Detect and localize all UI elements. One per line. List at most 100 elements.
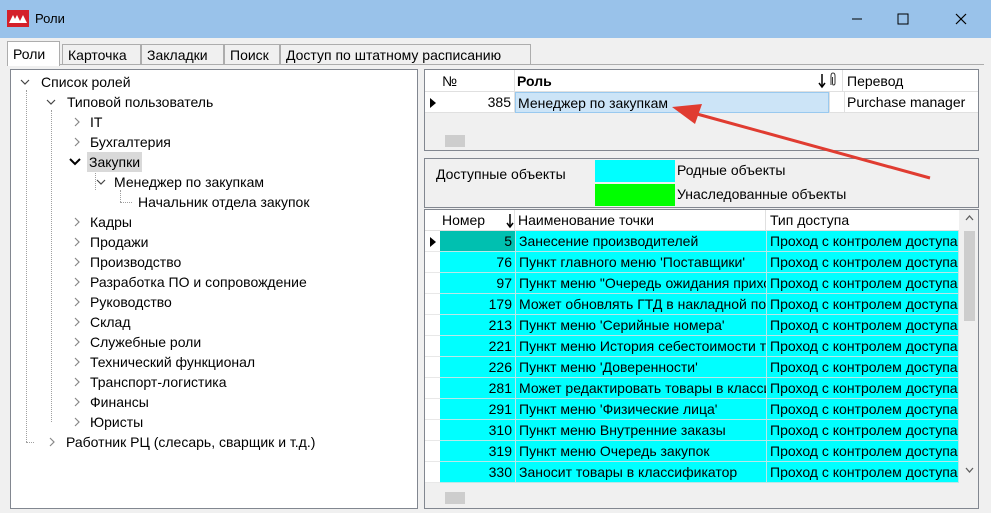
tree-item-purchasing-manager[interactable]: Менеджер по закупкам	[11, 172, 266, 192]
chevron-right-icon[interactable]	[71, 352, 83, 372]
point-name-cell[interactable]: Пункт меню "Очередь ожидания прихода"	[516, 273, 767, 294]
row-indicator[interactable]	[425, 441, 440, 462]
access-type-cell[interactable]: Проход с контролем доступа	[767, 462, 959, 483]
tree-item-it[interactable]: IT	[11, 112, 104, 132]
table-row[interactable]: 281Может редактировать товары в классифи…	[425, 378, 959, 399]
table-row[interactable]: 179 Может обновлять ГТД в накладной по пр…	[425, 294, 959, 315]
point-num-cell[interactable]: 221	[440, 336, 516, 357]
header-role[interactable]: Роль	[515, 70, 829, 92]
tab-search[interactable]: Поиск	[224, 44, 280, 65]
tree-item-lawyers[interactable]: Юристы	[11, 412, 145, 432]
row-indicator[interactable]	[425, 399, 440, 420]
point-num-cell[interactable]: 179	[440, 294, 516, 315]
tree-item-dc-worker[interactable]: Работник РЦ (слесарь, сварщик и т.д.)	[11, 432, 317, 452]
scrollbar-thumb[interactable]	[445, 492, 465, 504]
header-point-name[interactable]: Наименование точки	[516, 210, 766, 231]
chevron-right-icon[interactable]	[71, 292, 83, 312]
minimize-button[interactable]	[834, 0, 880, 38]
point-name-cell[interactable]: Занесение производителей	[516, 231, 767, 252]
access-type-cell[interactable]: Проход с контролем доступа	[767, 252, 959, 273]
points-grid-vscrollbar[interactable]	[961, 210, 978, 488]
access-type-cell[interactable]: Проход с контролем доступа	[767, 273, 959, 294]
access-type-cell[interactable]: Проход с контролем доступа	[767, 420, 959, 441]
table-row[interactable]: 213 Пункт меню 'Серийные номера' Проход с …	[425, 315, 959, 336]
point-num-cell[interactable]: 310	[440, 420, 516, 441]
chevron-down-icon[interactable]	[69, 152, 81, 172]
chevron-down-icon[interactable]	[45, 92, 57, 112]
chevron-right-icon[interactable]	[71, 332, 83, 352]
table-row[interactable]: 226 Пункт меню 'Доверенности' Проход с кон…	[425, 357, 959, 378]
access-type-cell[interactable]: Проход с контролем доступа	[767, 441, 959, 462]
chevron-right-icon[interactable]	[71, 272, 83, 292]
point-name-cell[interactable]: Заносит товары в классификатор	[516, 462, 767, 483]
point-num-cell[interactable]: 213	[440, 315, 516, 336]
access-type-cell[interactable]: Проход с контролем доступа	[767, 378, 959, 399]
row-indicator[interactable]	[425, 378, 440, 399]
chevron-right-icon[interactable]	[71, 252, 83, 272]
access-type-cell[interactable]: Проход с контролем доступа	[767, 315, 959, 336]
tree-item-service-roles[interactable]: Служебные роли	[11, 332, 203, 352]
row-indicator[interactable]	[425, 252, 440, 273]
point-name-cell[interactable]: Может обновлять ГТД в накладной по прихо…	[516, 294, 767, 315]
header-point-num[interactable]: Номер	[440, 210, 515, 231]
point-name-cell[interactable]: Может редактировать товары в классификат…	[516, 378, 767, 399]
roles-tree[interactable]: Список ролей Типовой пользователь IT Бух…	[10, 69, 418, 509]
tab-card[interactable]: Карточка	[62, 44, 141, 65]
scroll-up-icon[interactable]	[961, 210, 978, 227]
scroll-down-icon[interactable]	[961, 462, 978, 479]
row-indicator[interactable]	[425, 273, 440, 294]
row-indicator[interactable]	[425, 315, 440, 336]
access-type-cell[interactable]: Проход с контролем доступа	[767, 357, 959, 378]
tree-item-purchasing-head[interactable]: Начальник отдела закупок	[11, 192, 311, 212]
tree-item-typical-user[interactable]: Типовой пользователь	[11, 92, 215, 112]
point-num-cell[interactable]: 97	[440, 273, 516, 294]
point-name-cell[interactable]: Пункт меню 'Доверенности'	[516, 357, 767, 378]
tree-item-software-dev[interactable]: Разработка ПО и сопровождение	[11, 272, 309, 292]
table-row[interactable]: 310 Пункт меню Внутренние заказы Проход с …	[425, 420, 959, 441]
tree-item-management[interactable]: Руководство	[11, 292, 174, 312]
roles-grid-row[interactable]: 385 Менеджер по закупкам Purchase manage…	[425, 92, 978, 113]
point-name-cell[interactable]: Пункт меню Очередь закупок	[516, 441, 767, 462]
header-translation[interactable]: Перевод	[845, 70, 978, 92]
chevron-right-icon[interactable]	[71, 412, 83, 432]
role-name-cell[interactable]: Менеджер по закупкам	[515, 92, 829, 113]
tree-item-purchasing[interactable]: Закупки	[11, 152, 143, 172]
table-row[interactable]: 97 Пункт меню "Очередь ожидания прихода" П…	[425, 273, 959, 294]
tree-item-finance[interactable]: Финансы	[11, 392, 151, 412]
chevron-right-icon[interactable]	[46, 432, 58, 452]
row-indicator[interactable]	[425, 294, 440, 315]
chevron-down-icon[interactable]	[95, 172, 107, 192]
tab-bookmarks[interactable]: Закладки	[141, 44, 224, 65]
tree-item-technical[interactable]: Технический функционал	[11, 352, 257, 372]
tree-item-accounting[interactable]: Бухгалтерия	[11, 132, 173, 152]
tree-item-transport[interactable]: Транспорт-логистика	[11, 372, 228, 392]
maximize-button[interactable]	[880, 0, 926, 38]
point-num-cell[interactable]: 319	[440, 441, 516, 462]
point-num-cell[interactable]: 291	[440, 399, 516, 420]
tree-item-hr[interactable]: Кадры	[11, 212, 134, 232]
table-row[interactable]: 319 Пункт меню Очередь закупок Проход с ко…	[425, 441, 959, 462]
point-num-cell[interactable]: 76	[440, 252, 516, 273]
table-row[interactable]: 5 Занесение производителей Проход с контро…	[425, 231, 959, 252]
point-name-cell[interactable]: Пункт меню 'Серийные номера'	[516, 315, 767, 336]
access-type-cell[interactable]: Проход с контролем доступа	[767, 399, 959, 420]
row-indicator[interactable]	[425, 336, 440, 357]
row-indicator[interactable]	[425, 420, 440, 441]
point-num-cell[interactable]: 281	[440, 378, 516, 399]
point-num-cell[interactable]: 330	[440, 462, 516, 483]
tree-item-root[interactable]: Список ролей	[11, 72, 133, 92]
table-row[interactable]: 330 Заносит товары в классификатор Проход …	[425, 462, 959, 483]
point-name-cell[interactable]: Пункт меню История себестоимости товара	[516, 336, 767, 357]
chevron-right-icon[interactable]	[71, 372, 83, 392]
point-name-cell[interactable]: Пункт меню Внутренние заказы	[516, 420, 767, 441]
chevron-down-icon[interactable]	[19, 72, 31, 92]
chevron-right-icon[interactable]	[71, 392, 83, 412]
tree-item-production[interactable]: Производство	[11, 252, 183, 272]
access-type-cell[interactable]: Проход с контролем доступа	[767, 336, 959, 357]
tree-item-sales[interactable]: Продажи	[11, 232, 150, 252]
role-num-cell[interactable]: 385	[440, 92, 515, 113]
header-num[interactable]: №	[440, 70, 515, 92]
access-type-cell[interactable]: Проход с контролем доступа	[767, 231, 959, 252]
access-type-cell[interactable]: Проход с контролем доступа	[767, 294, 959, 315]
chevron-right-icon[interactable]	[71, 212, 83, 232]
